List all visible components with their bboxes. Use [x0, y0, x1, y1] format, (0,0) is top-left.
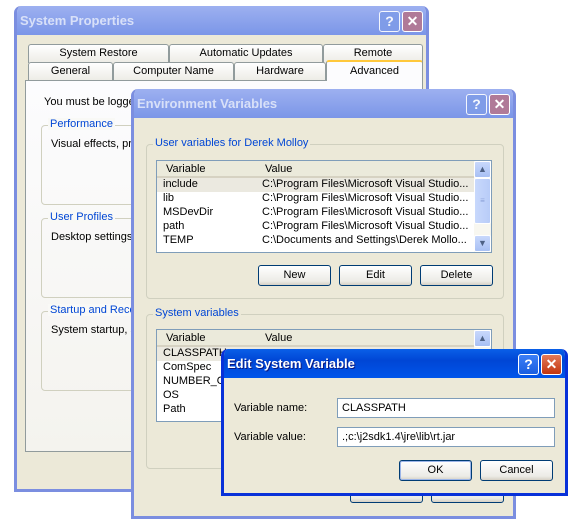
tab-computer-name[interactable]: Computer Name: [113, 62, 234, 81]
group-label: Performance: [48, 118, 115, 130]
user-variables-list[interactable]: Variable Value include C:\Program Files\Mi…: [156, 160, 492, 253]
variable-value: C:\Program Files\Microsoft Visual Studio…: [262, 206, 469, 218]
title-bar[interactable]: Environment Variables ? ✕: [134, 89, 513, 118]
close-icon[interactable]: ✕: [402, 11, 423, 32]
table-row[interactable]: include C:\Program Files\Microsoft Visual…: [157, 178, 491, 192]
title-bar[interactable]: System Properties ? ✕: [17, 6, 426, 35]
close-icon[interactable]: ✕: [541, 354, 562, 375]
tab-hardware[interactable]: Hardware: [234, 62, 326, 81]
tab-automatic-updates[interactable]: Automatic Updates: [169, 44, 323, 63]
group-text: Desktop settings: [51, 231, 133, 243]
edit-button[interactable]: Edit: [339, 265, 412, 286]
cancel-button[interactable]: Cancel: [480, 460, 553, 481]
close-icon[interactable]: ✕: [489, 94, 510, 115]
table-row[interactable]: path C:\Program Files\Microsoft Visual St…: [157, 220, 491, 234]
column-value[interactable]: Value: [265, 163, 292, 175]
variable-name: OS: [163, 389, 179, 401]
variable-name: include: [163, 178, 198, 190]
tab-advanced[interactable]: Advanced: [326, 60, 423, 81]
help-icon[interactable]: ?: [518, 354, 539, 375]
help-icon[interactable]: ?: [466, 94, 487, 115]
variable-name: CLASSPATH: [163, 347, 227, 359]
group-text: Visual effects, pro: [51, 138, 139, 150]
group-label: User variables for Derek Molloy: [153, 137, 311, 149]
edit-system-variable-dialog: Edit System Variable ? ✕ Variable name: …: [221, 349, 568, 496]
scroll-down-icon[interactable]: ▼: [474, 235, 491, 252]
title-bar[interactable]: Edit System Variable ? ✕: [224, 349, 565, 378]
variable-value-input[interactable]: .;c:\j2sdk1.4\jre\lib\rt.jar: [337, 427, 555, 447]
group-label: User Profiles: [48, 211, 115, 223]
delete-button[interactable]: Delete: [420, 265, 493, 286]
variable-name-label: Variable name:: [234, 402, 308, 414]
column-variable[interactable]: Variable: [166, 163, 206, 175]
tab-general[interactable]: General: [28, 62, 113, 81]
variable-value: C:\Documents and Settings\Derek Mollo...: [262, 234, 467, 246]
group-text: System startup, sy: [51, 324, 142, 336]
variable-value: C:\Program Files\Microsoft Visual Studio…: [262, 192, 469, 204]
group-label: Startup and Reco: [48, 304, 138, 316]
scroll-up-icon[interactable]: ▲: [474, 161, 491, 178]
group-label: System variables: [153, 307, 241, 319]
help-icon[interactable]: ?: [379, 11, 400, 32]
table-row[interactable]: TEMP C:\Documents and Settings\Derek Moll…: [157, 234, 491, 248]
column-value[interactable]: Value: [265, 332, 292, 344]
column-variable[interactable]: Variable: [166, 332, 206, 344]
variable-name-input[interactable]: CLASSPATH: [337, 398, 555, 418]
new-button[interactable]: New: [258, 265, 331, 286]
window-title: System Properties: [20, 13, 135, 28]
scroll-up-icon[interactable]: ▲: [474, 330, 491, 347]
window-title: Environment Variables: [137, 96, 278, 111]
list-header: Variable Value: [157, 330, 491, 347]
variable-name: ComSpec: [163, 361, 212, 373]
variable-name: TEMP: [163, 234, 194, 246]
intro-text: You must be logge: [44, 96, 135, 108]
variable-value: C:\Program Files\Microsoft Visual Studio…: [262, 220, 469, 232]
variable-value: C:\Program Files\Microsoft Visual Studio…: [262, 178, 469, 190]
table-row[interactable]: lib C:\Program Files\Microsoft Visual Stu…: [157, 192, 491, 206]
variable-name: lib: [163, 192, 175, 204]
scroll-thumb[interactable]: ≡: [474, 178, 491, 224]
scrollbar[interactable]: ▲ ≡ ▼: [474, 161, 491, 252]
variable-name: Path: [163, 403, 186, 415]
tab-system-restore[interactable]: System Restore: [28, 44, 169, 63]
ok-button[interactable]: OK: [399, 460, 472, 481]
table-row[interactable]: MSDevDir C:\Program Files\Microsoft Visua…: [157, 206, 491, 220]
variable-name: path: [163, 220, 185, 232]
variable-name: MSDevDir: [163, 206, 214, 218]
variable-value-label: Variable value:: [234, 431, 306, 443]
window-title: Edit System Variable: [227, 356, 355, 371]
list-header: Variable Value: [157, 161, 491, 178]
